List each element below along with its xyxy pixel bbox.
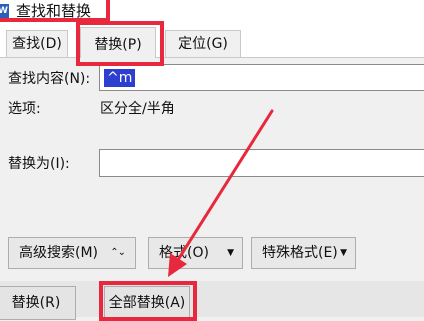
annotation-arrow (168, 109, 274, 277)
